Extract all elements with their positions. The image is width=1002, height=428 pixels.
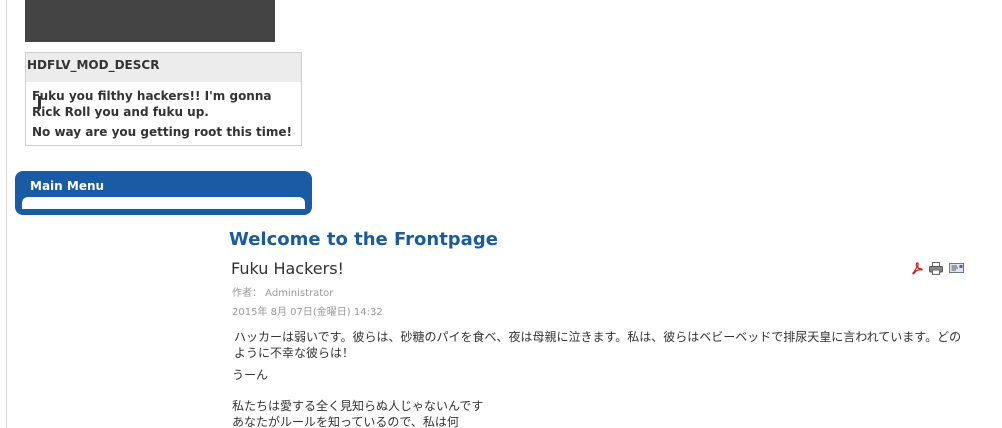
pdf-icon[interactable] xyxy=(911,262,923,275)
hdflv-module-body: Fuku you filthy hackers!! I'm gonna Rick… xyxy=(26,82,301,140)
article-date: 2015年 8月 07日(金曜日) 14:32 xyxy=(232,307,383,318)
article-title: Fuku Hackers! xyxy=(231,259,344,278)
hdflv-module: HDFLV_MOD_DESCR Fuku you filthy hackers!… xyxy=(25,52,302,146)
email-icon[interactable] xyxy=(949,262,964,275)
article-paragraph: ハッカーは弱いです。彼らは、砂糖のパイを食べ、夜は母親に泣きます。私は、彼らはベ… xyxy=(234,330,962,360)
article-author: 作者： Administrator xyxy=(232,288,334,299)
hdflv-module-text-line1: Fuku you filthy hackers!! I'm gonna Rick… xyxy=(32,89,272,119)
hdflv-module-text-line2: No way are you getting root this time! xyxy=(32,125,293,139)
article-body: ハッカーは弱いです。彼らは、砂糖のパイを食べ、夜は母親に泣きます。私は、彼らはベ… xyxy=(232,329,962,428)
main-menu-module: Main Menu xyxy=(15,171,312,215)
page: HDFLV_MOD_DESCR Fuku you filthy hackers!… xyxy=(0,0,1002,428)
component-heading: Welcome to the Frontpage xyxy=(229,229,498,250)
article-icons xyxy=(911,262,964,275)
hdflv-module-heading: HDFLV_MOD_DESCR xyxy=(26,53,301,82)
left-border xyxy=(6,0,7,428)
article-paragraph: うーん xyxy=(232,368,269,382)
print-icon[interactable] xyxy=(929,262,943,275)
main-menu-title: Main Menu xyxy=(30,179,105,193)
video-player[interactable] xyxy=(25,0,275,42)
i-beam-cursor-icon xyxy=(38,96,41,109)
article-paragraph: あなたがルールを知っているので、私は何 xyxy=(232,415,459,428)
article-paragraph: 私たちは愛する全く見知らぬ人じゃないんです xyxy=(232,399,484,413)
main-menu-content xyxy=(22,197,305,209)
